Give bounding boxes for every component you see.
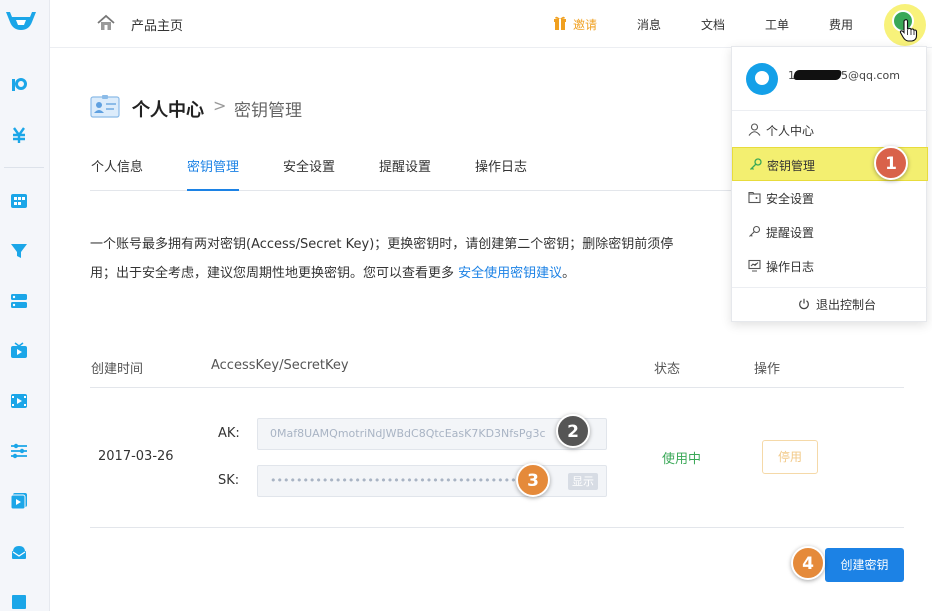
invite-link[interactable]: 邀请 (573, 16, 597, 33)
tv-icon[interactable] (10, 342, 28, 360)
server-icon[interactable] (10, 292, 28, 310)
funnel-icon[interactable] (10, 242, 28, 260)
tab-security[interactable]: 安全设置 (283, 156, 335, 191)
power-icon (799, 298, 809, 310)
sidebar-divider (4, 167, 44, 168)
secret-key-field[interactable]: ••••••••••••••••••••••••••••••••••••••••… (257, 465, 607, 497)
menu-item-label: 操作日志 (766, 260, 815, 274)
table-header: 创建时间 AccessKey/SecretKey 状态 操作 (90, 348, 904, 388)
yuan-icon[interactable] (10, 126, 28, 144)
step-badge-1: 1 (874, 146, 908, 180)
nav-tickets[interactable]: 工单 (765, 16, 789, 33)
logout-label: 退出控制台 (816, 298, 877, 312)
column-header-keys: AccessKey/SecretKey (211, 358, 349, 373)
step-badge-3: 3 (516, 463, 550, 497)
nav-docs[interactable]: 文档 (701, 16, 725, 33)
description-line-2-end: 。 (562, 266, 576, 281)
ak-label: AK: (218, 426, 240, 441)
dropdown-user-info: 1 5@qq.com (732, 47, 928, 111)
folder-icon (748, 191, 761, 204)
sk-label: SK: (218, 473, 240, 488)
menu-item-personal-center[interactable]: 个人中心 (732, 113, 928, 147)
bell-key-icon (749, 225, 761, 237)
refresh-logo-icon[interactable] (10, 76, 28, 94)
security-advice-link[interactable]: 安全使用密钥建议 (458, 266, 562, 281)
logout-button[interactable]: 退出控制台 (732, 291, 928, 321)
status-badge: 使用中 (662, 452, 702, 467)
logo-icon[interactable] (4, 8, 38, 38)
nav-messages[interactable]: 消息 (637, 16, 661, 33)
tab-key-management[interactable]: 密钥管理 (187, 156, 240, 191)
monitor-icon (748, 259, 761, 272)
menu-item-label: 提醒设置 (766, 226, 815, 240)
film-icon[interactable] (10, 392, 28, 410)
tab-operation-log[interactable]: 操作日志 (475, 156, 527, 191)
hand-cursor-icon (899, 19, 918, 42)
cloud-mail-icon[interactable] (10, 542, 28, 560)
page-title: 个人中心 (132, 100, 204, 121)
step-badge-4: 4 (791, 546, 825, 580)
step-badge-2: 2 (556, 414, 590, 448)
created-date: 2017-03-26 (98, 449, 174, 464)
access-key-field[interactable]: 0Maf8UAMQmotriNdJWBdC8QtcEasK7KD3NfsPg3c (257, 418, 607, 450)
menu-item-operation-log[interactable]: 操作日志 (732, 249, 928, 283)
menu-item-security-settings[interactable]: 安全设置 (732, 181, 928, 215)
user-icon (748, 123, 761, 136)
menu-item-label: 安全设置 (766, 192, 815, 206)
user-dropdown-menu: 1 5@qq.com 个人中心 密钥管理 安全设置 提醒设置 操作日志 退出控制台 (731, 46, 928, 322)
sliders-icon[interactable] (10, 442, 28, 460)
tab-reminders[interactable]: 提醒设置 (379, 156, 431, 191)
user-avatar-button[interactable] (884, 4, 926, 46)
dropdown-avatar (746, 63, 778, 95)
box-icon[interactable] (10, 592, 28, 610)
menu-item-label: 个人中心 (766, 124, 815, 138)
description-line-2: 用；出于安全考虑，建议您周期性地更换密钥。您可以查看更多 安全使用密钥建议。 (90, 259, 730, 288)
user-email-suffix: 5@qq.com (841, 69, 900, 82)
breadcrumb-separator: > (213, 96, 227, 115)
grid-icon[interactable] (10, 192, 28, 210)
description-line-1: 一个账号最多拥有两对密钥(Access/Secret Key)；更换密钥时，请创… (90, 237, 674, 252)
top-bar: 产品主页 邀请 消息 文档 工单 费用 (50, 0, 932, 48)
product-home-link[interactable]: 产品主页 (131, 15, 183, 34)
gift-icon (554, 16, 566, 30)
table-row: 2017-03-26 AK: 0Maf8UAMQmotriNdJWBdC8Qtc… (90, 388, 904, 528)
menu-item-reminder-settings[interactable]: 提醒设置 (732, 215, 928, 249)
tab-personal-info[interactable]: 个人信息 (91, 156, 143, 191)
disable-key-button[interactable]: 停用 (762, 440, 818, 474)
show-secret-button[interactable]: 显示 (568, 473, 598, 490)
description-text: 一个账号最多拥有两对密钥(Access/Secret Key)；更换密钥时，请创… (90, 230, 730, 288)
video-icon[interactable] (10, 492, 28, 510)
access-key-value: 0Maf8UAMQmotriNdJWBdC8QtcEasK7KD3NfsPg3c (270, 427, 546, 440)
home-icon[interactable] (97, 14, 115, 32)
description-line-2-text: 用；出于安全考虑，建议您周期性地更换密钥。您可以查看更多 (90, 266, 459, 281)
create-key-button[interactable]: 创建密钥 (825, 548, 904, 582)
dropdown-divider (732, 287, 928, 288)
key-icon (750, 158, 762, 170)
column-header-created: 创建时间 (91, 362, 144, 377)
left-sidebar (0, 0, 50, 611)
column-header-action: 操作 (754, 362, 781, 377)
id-card-icon (90, 95, 120, 118)
nav-billing[interactable]: 费用 (829, 16, 853, 33)
column-header-status: 状态 (654, 362, 681, 377)
menu-item-label: 密钥管理 (767, 159, 816, 173)
secret-key-masked: •••••••••••••••••••••••••••••••••••••••• (270, 474, 530, 487)
email-redaction (792, 70, 843, 80)
breadcrumb-current: 密钥管理 (234, 101, 302, 121)
